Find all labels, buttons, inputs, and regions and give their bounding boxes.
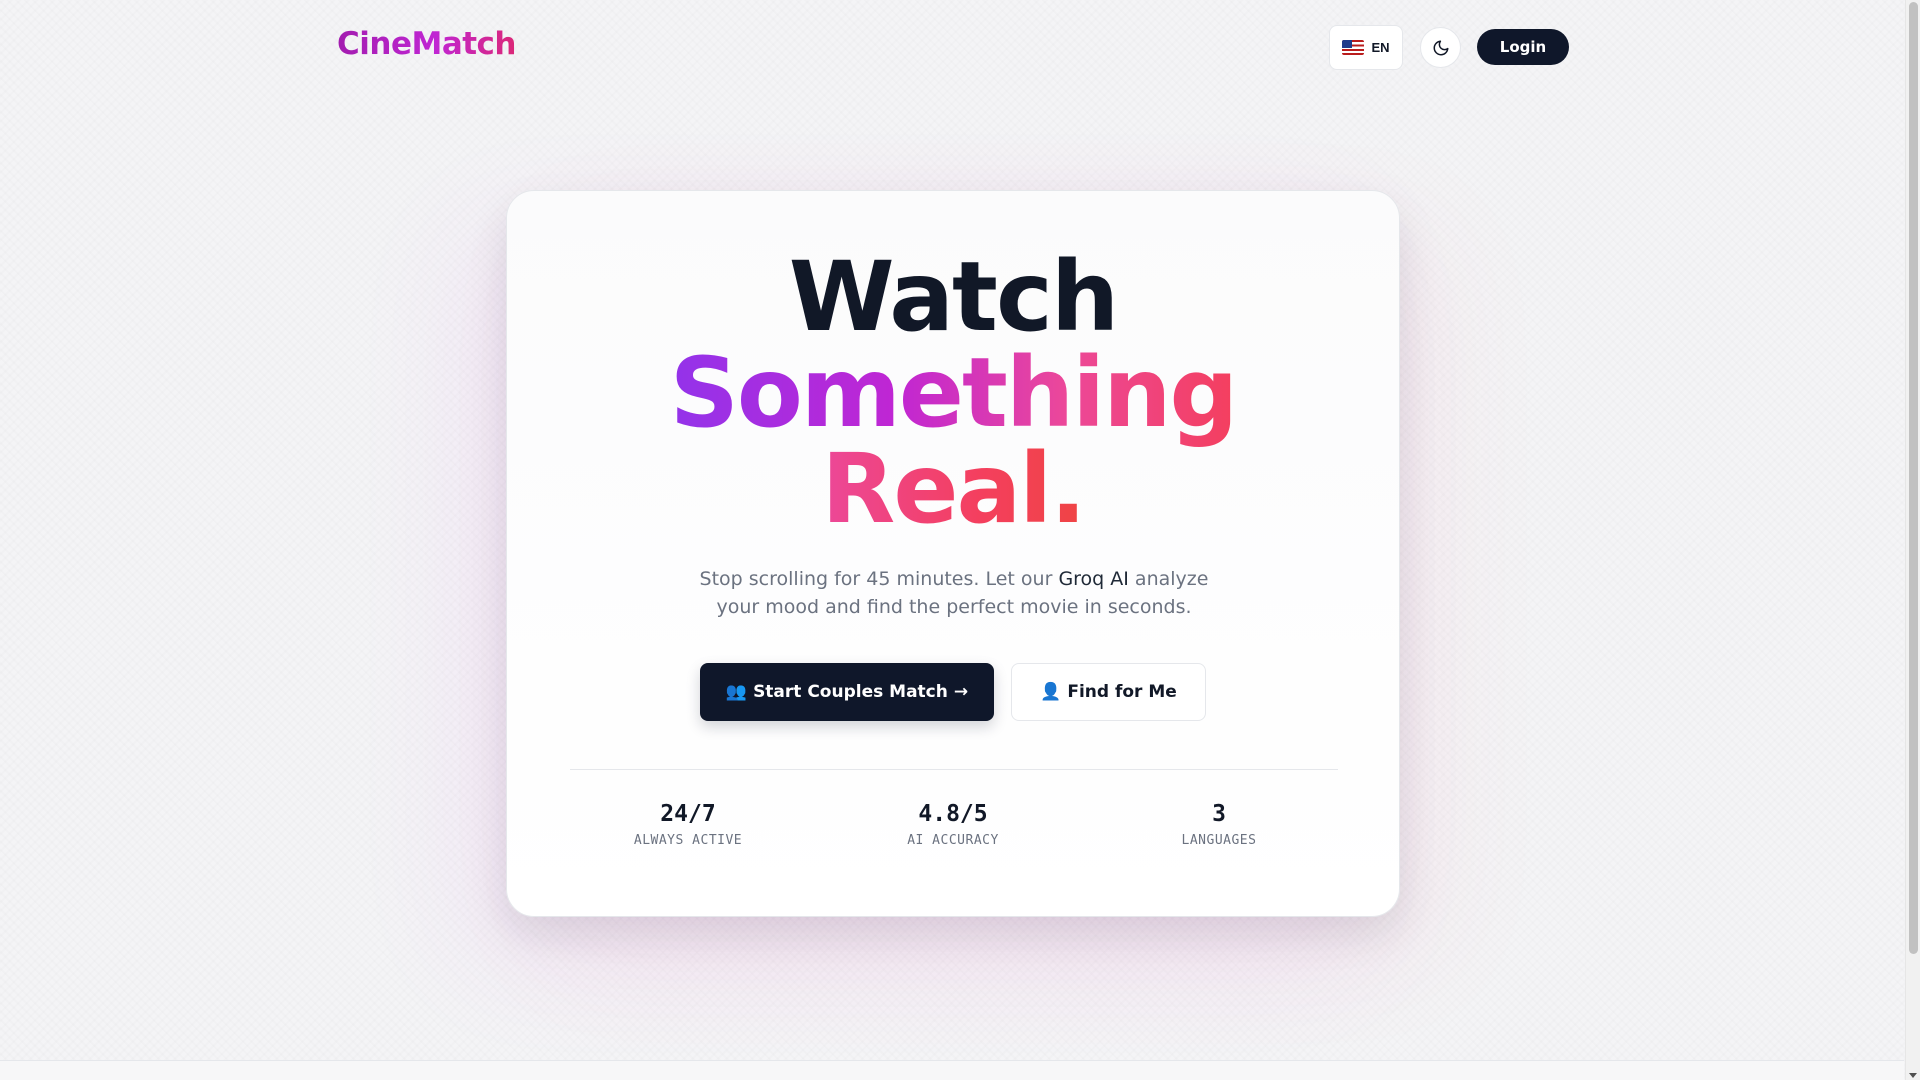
stat-value: 24/7 (660, 801, 716, 827)
footer-edge (0, 1060, 1904, 1080)
start-couples-match-button[interactable]: 👥 Start Couples Match → (700, 663, 994, 721)
language-code: EN (1371, 40, 1390, 55)
subtitle-text-start: Stop scrolling for 45 minutes. Let our (699, 568, 1059, 590)
top-nav: CineMatch EN Login (0, 0, 1904, 94)
moon-icon (1433, 40, 1448, 55)
language-selector[interactable]: EN (1329, 25, 1403, 70)
stat-value: 4.8/5 (918, 801, 988, 827)
find-for-me-button[interactable]: 👤 Find for Me (1011, 663, 1206, 721)
us-flag-icon (1342, 40, 1365, 55)
scroll-down-arrow-icon[interactable] (1909, 1073, 1917, 1078)
stat-ai-accuracy: 4.8/5 AI ACCURACY (853, 801, 1053, 848)
couple-icon: 👥 (725, 682, 748, 702)
scrollbar-thumb[interactable] (1909, 2, 1918, 954)
headline-line-watch: Watch (788, 241, 1119, 353)
stat-label: ALWAYS ACTIVE (633, 833, 743, 848)
hero-subtitle: Stop scrolling for 45 minutes. Let our G… (677, 565, 1231, 621)
stat-value: 3 (1212, 801, 1226, 827)
theme-toggle-button[interactable] (1420, 27, 1461, 68)
logo[interactable]: CineMatch (337, 26, 517, 62)
stat-languages: 3 LANGUAGES (1119, 801, 1319, 848)
find-for-me-label: Find for Me (1067, 682, 1177, 702)
start-couples-match-label: Start Couples Match (753, 682, 948, 702)
groq-ai-highlight: Groq AI (1058, 568, 1129, 590)
arrow-right-icon: → (953, 682, 969, 702)
hero-card: Watch Something Real. Stop scrolling for… (506, 190, 1400, 917)
hero-headline: Watch Something Real. (507, 249, 1399, 537)
headline-line-real: Real. (821, 433, 1086, 545)
user-icon: 👤 (1040, 682, 1062, 702)
page-scrollbar[interactable] (1905, 0, 1920, 1080)
stats-divider (570, 769, 1338, 770)
stat-label: AI ACCURACY (907, 833, 999, 848)
stat-always-active: 24/7 ALWAYS ACTIVE (588, 801, 788, 848)
stat-label: LANGUAGES (1181, 833, 1257, 848)
login-button[interactable]: Login (1477, 29, 1569, 65)
